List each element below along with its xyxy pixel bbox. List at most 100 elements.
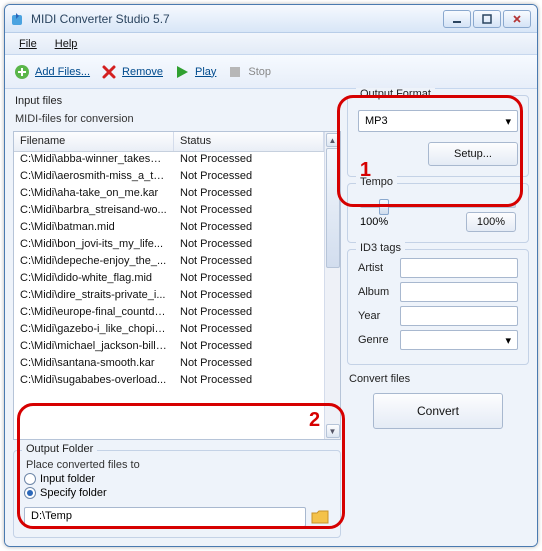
- year-field[interactable]: [400, 306, 518, 326]
- scroll-thumb[interactable]: [326, 148, 340, 268]
- add-files-label: Add Files...: [35, 66, 90, 78]
- table-row[interactable]: C:\Midi\michael_jackson-billie...Not Pro…: [14, 339, 324, 356]
- cell-status: Not Processed: [174, 339, 324, 356]
- slider-thumb[interactable]: [379, 199, 389, 215]
- id3-tags-group: ID3 tags Artist Album Year Genre: [347, 249, 529, 365]
- table-row[interactable]: C:\Midi\barbra_streisand-wo...Not Proces…: [14, 203, 324, 220]
- cell-filename: C:\Midi\santana-smooth.kar: [14, 356, 174, 373]
- play-button[interactable]: Play: [173, 63, 216, 81]
- app-icon: [11, 11, 27, 27]
- cell-filename: C:\Midi\abba-winner_takes_i...: [14, 152, 174, 169]
- table-row[interactable]: C:\Midi\sugababes-overload...Not Process…: [14, 373, 324, 390]
- output-format-value: MP3: [365, 115, 388, 127]
- col-status[interactable]: Status: [174, 132, 324, 151]
- remove-button[interactable]: Remove: [100, 63, 163, 81]
- stop-label: Stop: [248, 66, 271, 78]
- table-row[interactable]: C:\Midi\aha-take_on_me.karNot Processed: [14, 186, 324, 203]
- scroll-up-icon[interactable]: ▲: [326, 133, 340, 147]
- radio-input-folder[interactable]: Input folder: [24, 473, 330, 485]
- maximize-button[interactable]: [473, 10, 501, 28]
- cell-filename: C:\Midi\aha-take_on_me.kar: [14, 186, 174, 203]
- annotation-number-2: 2: [309, 409, 320, 432]
- id3-legend: ID3 tags: [356, 242, 405, 254]
- cell-filename: C:\Midi\bon_jovi-its_my_life...: [14, 237, 174, 254]
- close-button[interactable]: [503, 10, 531, 28]
- input-files-subheading: MIDI-files for conversion: [15, 113, 341, 125]
- minimize-button[interactable]: [443, 10, 471, 28]
- cell-filename: C:\Midi\gazebo-i_like_chopin...: [14, 322, 174, 339]
- radio-icon: [24, 487, 36, 499]
- chevron-down-icon: ▾: [505, 334, 511, 347]
- cell-status: Not Processed: [174, 254, 324, 271]
- cell-filename: C:\Midi\batman.mid: [14, 220, 174, 237]
- output-format-legend: Output Format: [356, 88, 435, 100]
- convert-button[interactable]: Convert: [373, 393, 503, 429]
- add-files-button[interactable]: Add Files...: [13, 63, 90, 81]
- table-row[interactable]: C:\Midi\bon_jovi-its_my_life...Not Proce…: [14, 237, 324, 254]
- output-folder-legend: Output Folder: [22, 443, 97, 455]
- menubar: File Help: [5, 33, 537, 55]
- col-filename[interactable]: Filename: [14, 132, 174, 151]
- cell-status: Not Processed: [174, 288, 324, 305]
- annotation-number-1: 1: [360, 159, 371, 182]
- grid-header: Filename Status: [14, 132, 324, 152]
- stop-icon: [226, 63, 244, 81]
- stop-button[interactable]: Stop: [226, 63, 271, 81]
- tempo-slider[interactable]: [360, 204, 516, 208]
- cell-status: Not Processed: [174, 220, 324, 237]
- cell-status: Not Processed: [174, 203, 324, 220]
- toolbar: Add Files... Remove Play Stop: [5, 55, 537, 89]
- table-row[interactable]: C:\Midi\depeche-enjoy_the_...Not Process…: [14, 254, 324, 271]
- cell-status: Not Processed: [174, 356, 324, 373]
- radio-specify-folder-label: Specify folder: [40, 487, 107, 499]
- menu-file[interactable]: File: [11, 36, 45, 52]
- table-row[interactable]: C:\Midi\santana-smooth.karNot Processed: [14, 356, 324, 373]
- browse-folder-button[interactable]: [310, 508, 330, 526]
- cell-status: Not Processed: [174, 373, 324, 390]
- tempo-value-label: 100%: [360, 216, 388, 228]
- table-row[interactable]: C:\Midi\batman.midNot Processed: [14, 220, 324, 237]
- table-row[interactable]: C:\Midi\gazebo-i_like_chopin...Not Proce…: [14, 322, 324, 339]
- file-grid[interactable]: Filename Status C:\Midi\abba-winner_take…: [13, 131, 341, 440]
- convert-legend: Convert files: [349, 373, 529, 385]
- cell-filename: C:\Midi\aerosmith-miss_a_thi...: [14, 169, 174, 186]
- titlebar: MIDI Converter Studio 5.7: [5, 5, 537, 33]
- output-path-field[interactable]: D:\Temp: [24, 507, 306, 527]
- chevron-down-icon: ▾: [505, 115, 511, 128]
- cell-filename: C:\Midi\europe-final_countdo...: [14, 305, 174, 322]
- play-icon: [173, 63, 191, 81]
- cell-status: Not Processed: [174, 186, 324, 203]
- artist-field[interactable]: [400, 258, 518, 278]
- window-title: MIDI Converter Studio 5.7: [31, 12, 443, 26]
- album-field[interactable]: [400, 282, 518, 302]
- output-folder-group: Output Folder Place converted files to I…: [13, 450, 341, 538]
- cell-status: Not Processed: [174, 237, 324, 254]
- table-row[interactable]: C:\Midi\abba-winner_takes_i...Not Proces…: [14, 152, 324, 169]
- table-row[interactable]: C:\Midi\dire_straits-private_i...Not Pro…: [14, 288, 324, 305]
- setup-button[interactable]: Setup...: [428, 142, 518, 166]
- x-icon: [100, 63, 118, 81]
- grid-scrollbar[interactable]: ▲ ▼: [324, 132, 340, 439]
- genre-select[interactable]: ▾: [400, 330, 518, 350]
- radio-input-folder-label: Input folder: [40, 473, 95, 485]
- output-format-group: Output Format MP3 ▾ Setup...: [347, 95, 529, 177]
- radio-specify-folder[interactable]: Specify folder: [24, 487, 330, 499]
- scroll-down-icon[interactable]: ▼: [326, 424, 340, 438]
- output-folder-instruction: Place converted files to: [26, 459, 330, 471]
- table-row[interactable]: C:\Midi\aerosmith-miss_a_thi...Not Proce…: [14, 169, 324, 186]
- cell-filename: C:\Midi\michael_jackson-billie...: [14, 339, 174, 356]
- play-label: Play: [195, 66, 216, 78]
- album-label: Album: [358, 286, 396, 298]
- remove-label: Remove: [122, 66, 163, 78]
- table-row[interactable]: C:\Midi\dido-white_flag.midNot Processed: [14, 271, 324, 288]
- tempo-reset-button[interactable]: 100%: [466, 212, 516, 232]
- genre-label: Genre: [358, 334, 396, 346]
- radio-icon: [24, 473, 36, 485]
- table-row[interactable]: C:\Midi\europe-final_countdo...Not Proce…: [14, 305, 324, 322]
- input-files-heading: Input files: [15, 95, 341, 107]
- cell-status: Not Processed: [174, 169, 324, 186]
- output-format-select[interactable]: MP3 ▾: [358, 110, 518, 132]
- plus-icon: [13, 63, 31, 81]
- cell-status: Not Processed: [174, 322, 324, 339]
- menu-help[interactable]: Help: [47, 36, 86, 52]
